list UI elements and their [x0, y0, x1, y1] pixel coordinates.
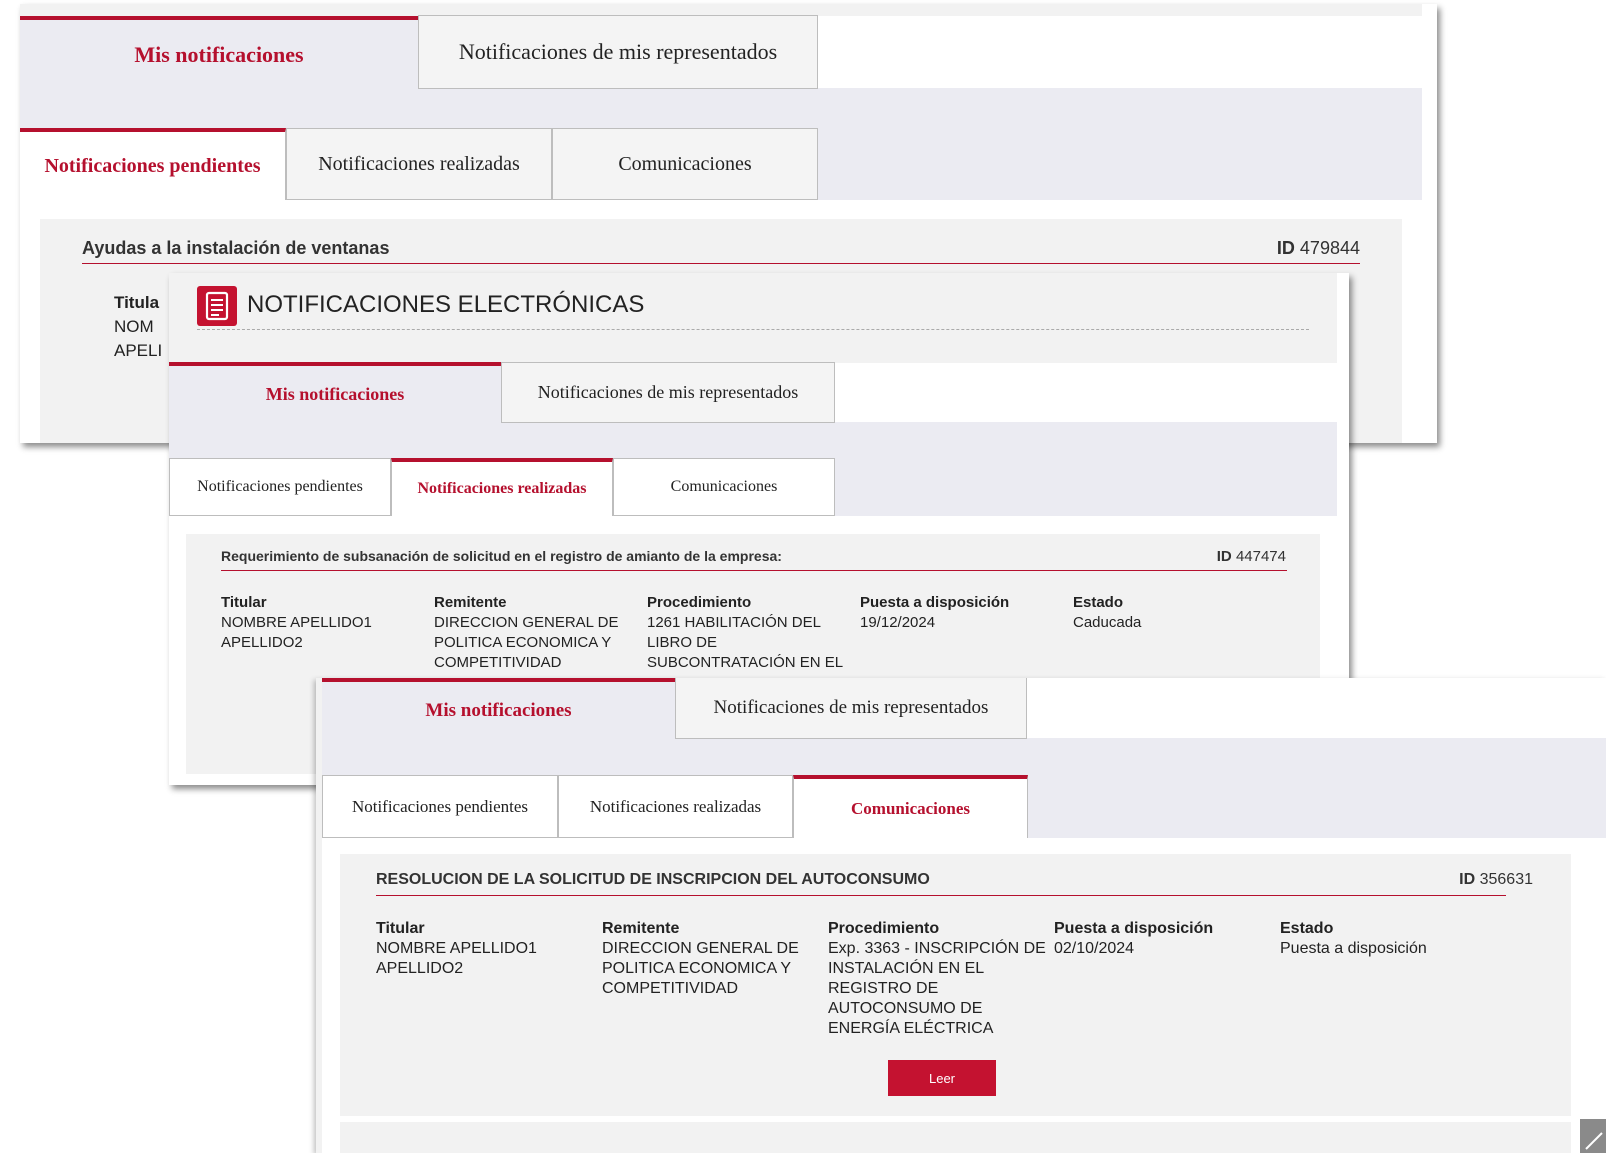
- remitente-label: Remitente: [602, 920, 680, 937]
- procedimiento-value: Exp. 3363 - INSCRIPCIÓN DE INSTALACIÓN E…: [828, 940, 1046, 1037]
- tab-comunicaciones[interactable]: Comunicaciones: [552, 128, 818, 200]
- estado-label: Estado: [1073, 594, 1124, 611]
- procedimiento-value: 1261 HABILITACIÓN DEL LIBRO DE SUBCONTRA…: [647, 614, 844, 671]
- procedimiento-column: Procedimiento 1261 HABILITACIÓN DEL LIBR…: [647, 593, 852, 673]
- estado-column: Estado Puesta a disposición: [1280, 919, 1495, 959]
- card-rule: [221, 570, 1287, 571]
- titular-label: Titular: [221, 594, 267, 611]
- card-id-label: ID: [1459, 871, 1476, 888]
- tab-mis-notificaciones[interactable]: Mis notificaciones: [169, 362, 501, 423]
- document-list-icon: [197, 286, 237, 326]
- card-id: ID 479844: [1277, 238, 1360, 259]
- tab-notificaciones-pendientes[interactable]: Notificaciones pendientes: [169, 458, 391, 516]
- puesta-disposicion-column: Puesta a disposición 02/10/2024: [1054, 919, 1269, 959]
- puesta-disposicion-label: Puesta a disposición: [1054, 920, 1214, 937]
- remitente-value: DIRECCION GENERAL DE POLITICA ECONOMICA …: [434, 614, 619, 671]
- tab-notificaciones-pendientes[interactable]: Notificaciones pendientes: [20, 128, 286, 200]
- page-header: NOTIFICACIONES ELECTRÓNICAS: [169, 273, 1337, 363]
- titular-column: Titular NOMBRE APELLIDO1 APELLIDO2: [221, 593, 421, 653]
- card-id: ID 447474: [1217, 548, 1286, 565]
- next-card-top: [340, 1122, 1571, 1153]
- card-title: RESOLUCION DE LA SOLICITUD DE INSCRIPCIO…: [376, 871, 930, 888]
- tab-mis-notificaciones[interactable]: Mis notificaciones: [322, 678, 675, 739]
- card-title: Ayudas a la instalación de ventanas: [82, 238, 390, 258]
- leer-button[interactable]: Leer: [888, 1060, 996, 1096]
- tab-notificaciones-pendientes[interactable]: Notificaciones pendientes: [322, 775, 558, 838]
- remitente-column: Remitente DIRECCION GENERAL DE POLITICA …: [602, 919, 817, 999]
- screenshot-panel-3: Mis notificaciones Notificaciones de mis…: [316, 678, 1606, 1153]
- puesta-disposicion-column: Puesta a disposición 19/12/2024: [860, 593, 1065, 633]
- titular-value: NOMBRE APELLIDO1 APELLIDO2: [376, 940, 537, 977]
- tab-mis-notificaciones[interactable]: Mis notificaciones: [20, 16, 418, 89]
- titular-column: Titula NOM APELI: [114, 291, 162, 363]
- tab-notificaciones-realizadas[interactable]: Notificaciones realizadas: [286, 128, 552, 200]
- titular-label: Titula: [114, 293, 160, 312]
- estado-value: Puesta a disposición: [1280, 940, 1427, 957]
- titular-line2: APELI: [114, 341, 163, 360]
- estado-column: Estado Caducada: [1073, 593, 1278, 633]
- card-id-label: ID: [1216, 548, 1232, 565]
- titular-value: NOMBRE APELLIDO1 APELLIDO2: [221, 614, 372, 651]
- notification-card: RESOLUCION DE LA SOLICITUD DE INSCRIPCIO…: [340, 854, 1571, 1116]
- estado-value: Caducada: [1073, 614, 1142, 631]
- card-rule: [82, 263, 1360, 264]
- tab-comunicaciones[interactable]: Comunicaciones: [613, 458, 835, 516]
- puesta-disposicion-value: 19/12/2024: [860, 614, 936, 631]
- card-id-value: 356631: [1479, 871, 1533, 888]
- titular-column: Titular NOMBRE APELLIDO1 APELLIDO2: [376, 919, 591, 979]
- titular-line1: NOM: [114, 317, 154, 336]
- tab-notificaciones-realizadas[interactable]: Notificaciones realizadas: [558, 775, 793, 838]
- header-divider: [197, 329, 1309, 330]
- tab-notificaciones-representados[interactable]: Notificaciones de mis representados: [501, 362, 835, 423]
- estado-label: Estado: [1280, 920, 1334, 937]
- card-id-value: 479844: [1299, 238, 1360, 258]
- puesta-disposicion-value: 02/10/2024: [1054, 940, 1135, 957]
- procedimiento-column: Procedimiento Exp. 3363 - INSCRIPCIÓN DE…: [828, 919, 1053, 1039]
- procedimiento-label: Procedimiento: [647, 594, 752, 611]
- tab-comunicaciones[interactable]: Comunicaciones: [793, 775, 1028, 838]
- remitente-column: Remitente DIRECCION GENERAL DE POLITICA …: [434, 593, 639, 673]
- page-title: NOTIFICACIONES ELECTRÓNICAS: [247, 291, 645, 318]
- card-rule: [376, 895, 1506, 896]
- tab-notificaciones-representados[interactable]: Notificaciones de mis representados: [675, 678, 1027, 739]
- remitente-label: Remitente: [434, 594, 507, 611]
- card-title: Requerimiento de subsanación de solicitu…: [221, 548, 782, 564]
- puesta-disposicion-label: Puesta a disposición: [860, 594, 1010, 611]
- remitente-value: DIRECCION GENERAL DE POLITICA ECONOMICA …: [602, 940, 799, 997]
- card-id: ID 356631: [1459, 871, 1533, 889]
- tab-notificaciones-realizadas[interactable]: Notificaciones realizadas: [391, 458, 613, 516]
- resize-handle-icon[interactable]: [1580, 1119, 1606, 1153]
- procedimiento-label: Procedimiento: [828, 920, 940, 937]
- tab-notificaciones-representados[interactable]: Notificaciones de mis representados: [418, 15, 818, 89]
- card-id-value: 447474: [1235, 548, 1286, 565]
- card-id-label: ID: [1276, 238, 1295, 258]
- titular-label: Titular: [376, 920, 425, 937]
